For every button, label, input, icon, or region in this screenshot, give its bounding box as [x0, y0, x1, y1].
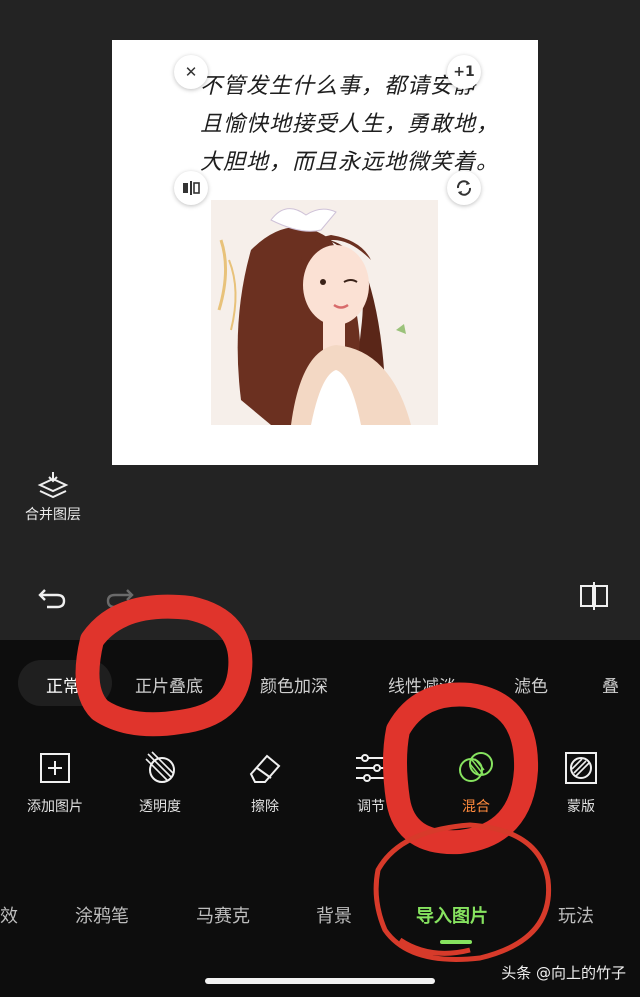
nav-gameplay[interactable]: 玩法 — [558, 902, 594, 928]
blend-mode-linear-dodge[interactable]: 线性减淡 — [388, 672, 456, 697]
mask-label: 蒙版 — [567, 799, 595, 815]
nav-background[interactable]: 背景 — [316, 902, 352, 928]
blend-icon — [459, 752, 493, 782]
home-indicator — [205, 978, 435, 984]
eraser-label: 擦除 — [251, 799, 279, 815]
nav-import-image[interactable]: 导入图片 — [416, 902, 488, 928]
duplicate-layer-button[interactable]: +1 — [447, 55, 481, 89]
nav-effects[interactable]: 效 — [0, 902, 18, 928]
undo-icon — [38, 589, 66, 609]
blend-mode-overlay[interactable]: 叠 — [602, 672, 619, 697]
nav-active-indicator — [440, 940, 472, 944]
merge-layers-button[interactable]: 合并图层 — [10, 470, 96, 524]
rotate-layer-button[interactable] — [447, 171, 481, 205]
compare-button[interactable] — [574, 576, 614, 616]
nav-doodle-pen[interactable]: 涂鸦笔 — [75, 902, 129, 928]
nav-mosaic[interactable]: 马赛克 — [196, 902, 250, 928]
opacity-icon — [145, 751, 175, 783]
mask-icon — [565, 752, 597, 784]
merge-layers-label: 合并图层 — [25, 507, 81, 523]
watermark-text: 头条 @向上的竹子 — [501, 964, 626, 982]
eraser-tool[interactable]: 擦除 — [220, 748, 310, 816]
blend-mode-color-burn[interactable]: 颜色加深 — [260, 672, 328, 697]
blend-mode-multiply[interactable]: 正片叠底 — [135, 672, 203, 697]
adjust-sliders-icon — [356, 754, 386, 782]
handwritten-text-layer[interactable]: 不管发生什么事，都请安静 且愉快地接受人生，勇敢地， 大胆地，而且永远地微笑着。 — [200, 68, 500, 182]
compare-icon — [580, 582, 608, 610]
blend-mode-screen[interactable]: 滤色 — [514, 672, 548, 697]
add-image-label: 添加图片 — [27, 799, 83, 815]
plus-one-icon: +1 — [453, 64, 475, 80]
merge-layers-icon — [37, 472, 69, 499]
blend-mode-normal[interactable]: 正常 — [46, 672, 80, 697]
handwriting-line: 不管发生什么事，都请安静 — [200, 74, 477, 99]
redo-icon — [106, 589, 134, 609]
handwriting-line: 且愉快地接受人生，勇敢地， — [200, 112, 500, 137]
portrait-image-layer[interactable] — [211, 200, 438, 425]
flip-icon — [183, 181, 200, 195]
portrait-illustration — [211, 200, 438, 425]
eraser-icon — [249, 754, 281, 783]
delete-layer-button[interactable]: ✕ — [174, 55, 208, 89]
flip-layer-button[interactable] — [174, 171, 208, 205]
opacity-tool[interactable]: 透明度 — [115, 748, 205, 816]
undo-button[interactable] — [32, 578, 72, 618]
adjust-tool[interactable]: 调节 — [326, 748, 416, 816]
redo-button[interactable] — [100, 578, 140, 618]
adjust-label: 调节 — [357, 799, 385, 815]
blend-tool[interactable]: 混合 — [431, 748, 521, 816]
add-image-icon — [40, 753, 70, 783]
add-image-tool[interactable]: 添加图片 — [10, 748, 100, 816]
blend-label: 混合 — [462, 799, 490, 815]
rotate-icon — [456, 180, 472, 196]
mask-tool[interactable]: 蒙版 — [536, 748, 626, 816]
opacity-label: 透明度 — [139, 799, 181, 815]
close-icon: ✕ — [184, 63, 198, 81]
handwriting-line: 大胆地，而且永远地微笑着。 — [200, 150, 500, 175]
